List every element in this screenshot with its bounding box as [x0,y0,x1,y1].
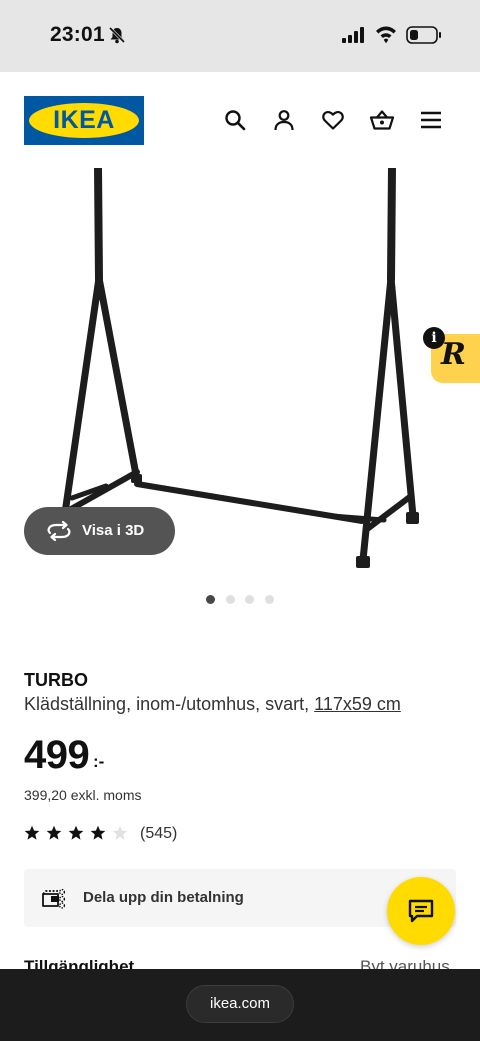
view-in-3d-label: Visa i 3D [82,522,145,539]
user-icon[interactable] [272,108,296,132]
site-header: IKEA [0,72,480,168]
review-count[interactable]: (545) [140,825,177,843]
status-bar: 23:01 [0,0,480,72]
carousel-dot[interactable] [206,595,215,604]
split-payment-label: Dela upp din betalning [83,889,244,906]
star-filled-icon [46,825,62,840]
address-bar[interactable]: ikea.com [186,985,294,1023]
carousel-dot[interactable] [265,595,274,604]
basket-icon[interactable] [369,108,395,132]
product-price: 499 [24,733,90,777]
star-filled-icon [24,825,40,840]
product-size-link[interactable]: 117x59 cm [314,694,401,714]
star-filled-icon [90,825,106,840]
product-name: TURBO [24,670,88,690]
carousel-dot[interactable] [226,595,235,604]
product-description-text: Klädställning, inom-/utomhus, svart, [24,694,315,714]
product-description: Klädställning, inom-/utomhus, svart, 117… [24,694,401,715]
menu-icon[interactable] [419,108,443,132]
price-excl-vat: 399,20 exkl. moms [24,787,142,803]
search-icon[interactable] [223,108,247,132]
logo-text: IKEA [53,106,115,134]
rotate-3d-icon [47,521,71,541]
price-suffix: :- [93,752,105,771]
browser-bar: ikea.com [0,969,480,1041]
star-empty-icon [112,825,128,840]
wifi-icon [376,26,396,43]
view-in-3d-button[interactable]: Visa i 3D [24,507,175,555]
bell-slash-icon [108,26,126,44]
info-icon[interactable]: i [423,327,445,349]
r-logo-icon: R [441,337,466,372]
wallet-coins-icon [42,888,66,909]
cellular-signal-icon [342,27,364,43]
chat-button[interactable] [387,877,455,945]
status-time: 23:01 [50,23,105,46]
carousel-dot[interactable] [245,595,254,604]
heart-icon[interactable] [321,108,345,132]
chat-bubble-icon [408,899,434,923]
battery-icon [406,26,441,44]
ikea-logo[interactable]: IKEA [24,96,144,145]
star-filled-icon [68,825,84,840]
